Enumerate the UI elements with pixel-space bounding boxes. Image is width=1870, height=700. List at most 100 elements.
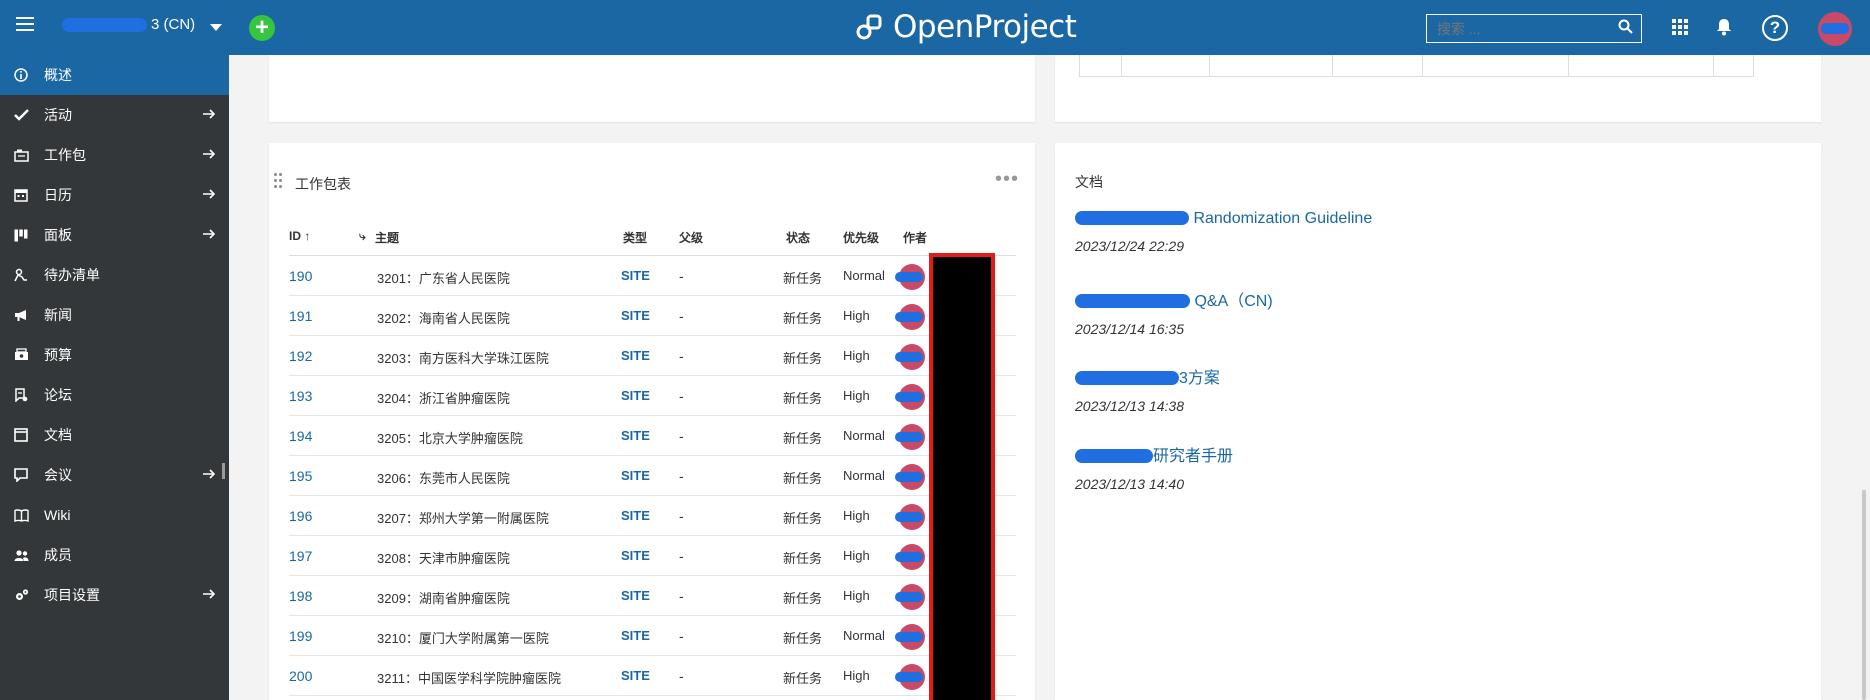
column-header-parent[interactable]: 父级 bbox=[679, 229, 703, 246]
table-row[interactable]: 193 3204：浙江省肿瘤医院 SITE - 新任务 High bbox=[289, 376, 1016, 416]
column-header-author[interactable]: 作者 bbox=[903, 229, 927, 246]
table-row[interactable]: 197 3208：天津市肿瘤医院 SITE - 新任务 High bbox=[289, 536, 1016, 576]
arrow-right-icon[interactable] bbox=[202, 187, 216, 201]
wp-id-link[interactable]: 192 bbox=[289, 348, 312, 364]
wp-status[interactable]: 新任务 bbox=[783, 628, 822, 647]
wp-id-link[interactable]: 197 bbox=[289, 548, 312, 564]
bell-icon[interactable] bbox=[1716, 18, 1732, 36]
column-header-id[interactable]: ID ↑ bbox=[289, 229, 310, 243]
wp-priority[interactable]: High bbox=[843, 588, 870, 603]
table-row[interactable]: 194 3205：北京大学肿瘤医院 SITE - 新任务 Normal bbox=[289, 416, 1016, 456]
sidebar-item-budgets[interactable]: 预算 bbox=[0, 335, 229, 375]
wp-subject[interactable]: 3208：天津市肿瘤医院 bbox=[377, 548, 510, 567]
wp-priority[interactable]: High bbox=[843, 668, 870, 683]
sidebar-item-calendar[interactable]: 日历 bbox=[0, 175, 229, 215]
menu-icon[interactable] bbox=[16, 17, 34, 37]
wp-subject[interactable]: 3201：广东省人民医院 bbox=[377, 268, 510, 287]
sidebar-item-meetings[interactable]: 会议 bbox=[0, 455, 229, 495]
more-options-icon[interactable]: ••• bbox=[995, 168, 1019, 191]
add-button[interactable]: + bbox=[249, 15, 275, 41]
wp-id-link[interactable]: 190 bbox=[289, 268, 312, 284]
wp-status[interactable]: 新任务 bbox=[783, 668, 822, 687]
sidebar-item-wiki[interactable]: Wiki bbox=[0, 495, 229, 535]
arrow-right-icon[interactable] bbox=[202, 107, 216, 121]
wp-id-link[interactable]: 198 bbox=[289, 588, 312, 604]
table-row[interactable]: 200 3211：中国医学科学院肿瘤医院 SITE - 新任务 High bbox=[289, 656, 1016, 696]
arrow-right-icon[interactable] bbox=[202, 467, 216, 481]
help-icon[interactable]: ? bbox=[1762, 15, 1788, 41]
wp-status[interactable]: 新任务 bbox=[783, 348, 822, 367]
arrow-right-icon[interactable] bbox=[202, 227, 216, 241]
document-link[interactable]: Randomization Guideline bbox=[1075, 210, 1372, 228]
page-scrollbar[interactable] bbox=[1862, 490, 1866, 700]
sidebar-item-boards[interactable]: 面板 bbox=[0, 215, 229, 255]
wp-subject[interactable]: 3204：浙江省肿瘤医院 bbox=[377, 388, 510, 407]
wp-status[interactable]: 新任务 bbox=[783, 428, 822, 447]
chevron-down-icon[interactable] bbox=[210, 24, 222, 31]
wp-status[interactable]: 新任务 bbox=[783, 308, 822, 327]
wp-priority[interactable]: High bbox=[843, 508, 870, 523]
wp-priority[interactable]: High bbox=[843, 548, 870, 563]
openproject-logo[interactable]: OpenProject bbox=[855, 9, 1077, 45]
document-link[interactable]: Q&A（CN) bbox=[1075, 287, 1273, 311]
column-header-type[interactable]: 类型 bbox=[623, 229, 647, 246]
wp-subject[interactable]: 3207：郑州大学第一附属医院 bbox=[377, 508, 549, 527]
column-header-priority[interactable]: 优先级 bbox=[843, 229, 879, 246]
sidebar-item-backlogs[interactable]: 待办清单 bbox=[0, 255, 229, 295]
wp-status[interactable]: 新任务 bbox=[783, 588, 822, 607]
sidebar-item-members[interactable]: 成员 bbox=[0, 535, 229, 575]
search-input[interactable] bbox=[1426, 14, 1642, 43]
column-header-status[interactable]: 状态 bbox=[786, 229, 810, 246]
wp-priority[interactable]: High bbox=[843, 388, 870, 403]
wp-status[interactable]: 新任务 bbox=[783, 268, 822, 287]
table-row[interactable]: 192 3203：南方医科大学珠江医院 SITE - 新任务 High bbox=[289, 336, 1016, 376]
wp-status[interactable]: 新任务 bbox=[783, 508, 822, 527]
table-row[interactable]: 191 3202：海南省人民医院 SITE - 新任务 High bbox=[289, 296, 1016, 336]
table-row[interactable]: 190 3201：广东省人民医院 SITE - 新任务 Normal bbox=[289, 256, 1016, 296]
sidebar-item-forums[interactable]: 论坛 bbox=[0, 375, 229, 415]
sidebar-item-documents[interactable]: 文档 bbox=[0, 415, 229, 455]
wp-priority[interactable]: Normal bbox=[843, 428, 885, 443]
sidebar-item-news[interactable]: 新闻 bbox=[0, 295, 229, 335]
wp-id-link[interactable]: 195 bbox=[289, 468, 312, 484]
arrow-right-icon[interactable] bbox=[202, 587, 216, 601]
sidebar-item-work-packages[interactable]: 工作包 bbox=[0, 135, 229, 175]
modules-grid-icon[interactable] bbox=[1672, 19, 1688, 35]
user-avatar[interactable] bbox=[1818, 12, 1852, 46]
wp-subject[interactable]: 3209：湖南省肿瘤医院 bbox=[377, 588, 510, 607]
drag-handle-icon[interactable] bbox=[274, 173, 282, 189]
wp-id-link[interactable]: 199 bbox=[289, 628, 312, 644]
sidebar-item-project-settings[interactable]: 项目设置 bbox=[0, 575, 229, 615]
wp-status[interactable]: 新任务 bbox=[783, 548, 822, 567]
sidebar-scrollbar[interactable] bbox=[222, 463, 225, 479]
document-link[interactable]: 研究者手册 bbox=[1075, 442, 1233, 466]
wp-id-link[interactable]: 196 bbox=[289, 508, 312, 524]
wp-subject[interactable]: 3211：中国医学科学院肿瘤医院 bbox=[377, 668, 561, 687]
arrow-right-icon[interactable] bbox=[202, 147, 216, 161]
wp-status[interactable]: 新任务 bbox=[783, 388, 822, 407]
wp-priority[interactable]: High bbox=[843, 348, 870, 363]
wp-subject[interactable]: 3205：北京大学肿瘤医院 bbox=[377, 428, 523, 447]
wp-id-link[interactable]: 200 bbox=[289, 668, 312, 684]
wp-priority[interactable]: Normal bbox=[843, 468, 885, 483]
wp-id-link[interactable]: 193 bbox=[289, 388, 312, 404]
wp-priority[interactable]: Normal bbox=[843, 268, 885, 283]
wp-id-link[interactable]: 191 bbox=[289, 308, 312, 324]
search-icon[interactable] bbox=[1618, 19, 1633, 34]
table-row[interactable]: 198 3209：湖南省肿瘤医院 SITE - 新任务 High bbox=[289, 576, 1016, 616]
wp-subject[interactable]: 3202：海南省人民医院 bbox=[377, 308, 510, 327]
wp-subject[interactable]: 3210：厦门大学附属第一医院 bbox=[377, 628, 549, 647]
document-link[interactable]: 3方案 bbox=[1075, 364, 1220, 388]
wp-priority[interactable]: Normal bbox=[843, 628, 885, 643]
wp-subject[interactable]: 3203：南方医科大学珠江医院 bbox=[377, 348, 549, 367]
table-row[interactable]: 196 3207：郑州大学第一附属医院 SITE - 新任务 High bbox=[289, 496, 1016, 536]
column-header-subject[interactable]: 主题 bbox=[375, 229, 399, 246]
table-row[interactable]: 195 3206：东莞市人民医院 SITE - 新任务 Normal bbox=[289, 456, 1016, 496]
wp-id-link[interactable]: 194 bbox=[289, 428, 312, 444]
sidebar-item-activity[interactable]: 活动 bbox=[0, 95, 229, 135]
sidebar-item-overview[interactable]: 概述 bbox=[0, 55, 229, 95]
project-selector[interactable]: 3 (CN) bbox=[62, 16, 195, 33]
wp-priority[interactable]: High bbox=[843, 308, 870, 323]
wp-subject[interactable]: 3206：东莞市人民医院 bbox=[377, 468, 510, 487]
hierarchy-icon[interactable]: ⤷ bbox=[359, 229, 366, 244]
